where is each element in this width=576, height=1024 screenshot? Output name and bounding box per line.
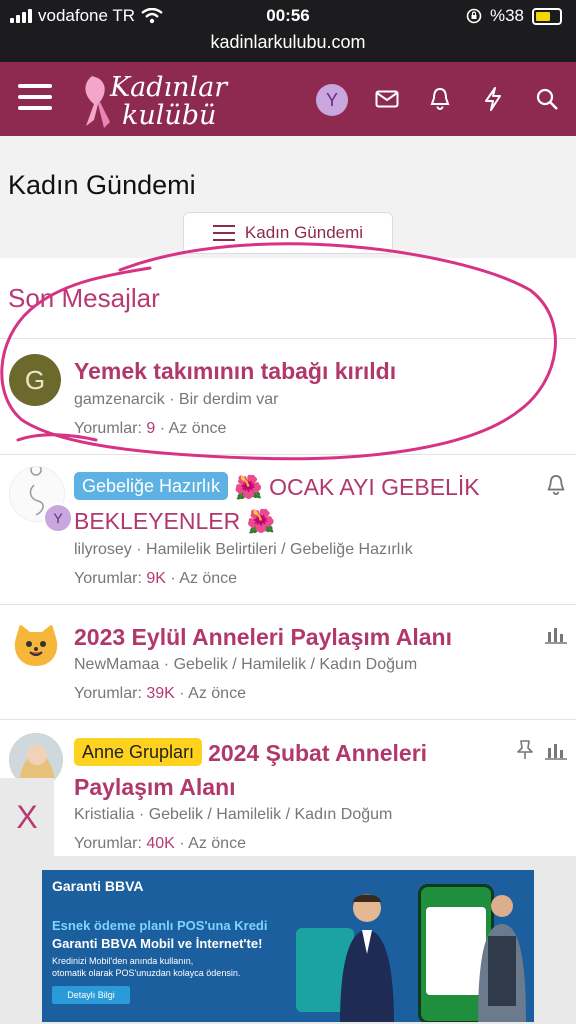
ad-subtext-2: otomatik olarak POS'unuzdan kolayca öden… [52,968,241,978]
ad-headline-2: Garanti BBVA Mobil ve İnternet'te! [52,936,263,951]
ad-banner[interactable]: Garanti BBVA Esnek ödeme planlı POS'una … [42,870,534,1022]
ad-headline-1: Esnek ödeme planlı POS'una Kredi [52,918,268,933]
ad-cta-button[interactable]: Detaylı Bilgi [52,986,130,1004]
close-ad-button[interactable]: X [0,778,54,856]
ad-subtext-1: Kredinizi Mobil'den anında kullanın, [52,956,194,966]
ad-person-image [478,895,526,1022]
ad-brand: Garanti BBVA [52,878,144,894]
ad-person-image [340,894,394,1022]
